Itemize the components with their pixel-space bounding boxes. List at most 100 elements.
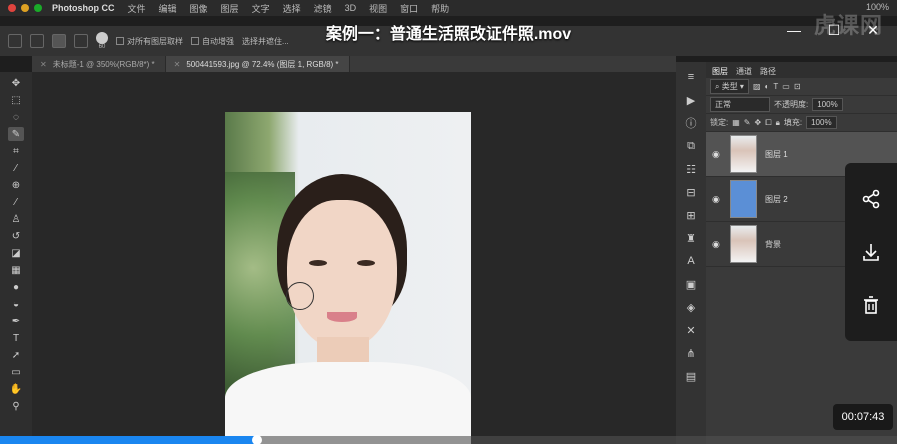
progress-knob[interactable] [251, 435, 262, 444]
type-tool-icon[interactable]: T [8, 331, 24, 345]
share-icon[interactable] [859, 187, 883, 211]
marquee-tool-icon[interactable]: ⬚ [8, 93, 24, 107]
tab-layers[interactable]: 图层 [712, 66, 728, 78]
menu-app-name[interactable]: Photoshop CC [52, 3, 115, 13]
tools-panel: ✥ ⬚ ◌ ✎ ⌗ ⁄ ⊕ ⁄ ♙ ↺ ◪ ▦ ● ◒ ✒ T ➚ ▭ ✋ ⚲ [0, 72, 32, 444]
left-eye [309, 260, 327, 266]
eyedropper-tool-icon[interactable]: ⁄ [8, 161, 24, 175]
menu-item-file[interactable]: 文件 [128, 2, 146, 15]
crop-tool-icon[interactable]: ⌗ [8, 144, 24, 158]
notes-icon[interactable]: ▤ [683, 369, 699, 383]
delete-icon[interactable] [859, 293, 883, 317]
menu-item-filter[interactable]: 滤镜 [314, 2, 332, 15]
visibility-eye-icon[interactable]: ◉ [712, 149, 722, 160]
swatches-icon[interactable]: ▣ [683, 277, 699, 291]
lock-position-icon[interactable]: ✥ [755, 118, 762, 127]
zoom-tool-icon[interactable]: ⚲ [8, 399, 24, 413]
play-action-icon[interactable]: ▶ [683, 93, 699, 107]
layer-name: 图层 1 [765, 149, 788, 159]
fill-input[interactable]: 100% [806, 116, 837, 129]
tab-photo[interactable]: ✕ 500441593.jpg @ 72.4% (图层 1, RGB/8) * [165, 56, 350, 72]
fill-label: 填充: [783, 118, 803, 127]
quick-selection-tool-icon[interactable]: ✎ [8, 127, 24, 141]
filter-type-icon[interactable]: T [773, 82, 778, 91]
layer-thumbnail [730, 225, 757, 263]
menu-item-image[interactable]: 图像 [190, 2, 208, 15]
menu-item-3d[interactable]: 3D [345, 3, 357, 13]
filter-smart-icon[interactable]: ⊡ [794, 82, 801, 91]
window-traffic-lights[interactable] [8, 4, 42, 12]
panel-icon-strip: ≡ ▶ ⓘ ⧉ ☷ ⊟ ⊞ ♜ A ▣ ◈ ✕ ⋔ ▤ [676, 62, 706, 444]
filter-shape-icon[interactable]: ▭ [782, 82, 790, 91]
blend-mode-select[interactable]: 正常 [710, 97, 770, 112]
document-canvas[interactable] [32, 72, 676, 444]
layer-name: 图层 2 [765, 194, 788, 204]
menu-item-edit[interactable]: 编辑 [159, 2, 177, 15]
move-tool-icon[interactable]: ✥ [8, 76, 24, 90]
minimize-icon[interactable]: — [786, 22, 802, 38]
lips [327, 312, 357, 322]
history-icon[interactable]: ⧉ [683, 139, 699, 153]
white-shirt [225, 362, 471, 444]
lasso-tool-icon[interactable]: ◌ [8, 110, 24, 124]
clone-stamp-icon[interactable]: ♙ [8, 212, 24, 226]
zoom-dot-icon[interactable] [34, 4, 42, 12]
visibility-eye-icon[interactable]: ◉ [712, 239, 722, 250]
hand-tool-icon[interactable]: ✋ [8, 382, 24, 396]
minimize-dot-icon[interactable] [21, 4, 29, 12]
path-select-icon[interactable]: ➚ [8, 348, 24, 362]
history-brush-icon[interactable]: ↺ [8, 229, 24, 243]
healing-brush-icon[interactable]: ⊕ [8, 178, 24, 192]
portrait-photo[interactable] [225, 112, 471, 444]
right-eye [357, 260, 375, 266]
layers-panel-tabs: 图层 通道 路径 [706, 62, 897, 78]
menu-item-select[interactable]: 选择 [283, 2, 301, 15]
close-dot-icon[interactable] [8, 4, 16, 12]
opacity-input[interactable]: 100% [812, 98, 843, 111]
filter-pixel-icon[interactable]: ▨ [753, 82, 761, 91]
gradient-tool-icon[interactable]: ▦ [8, 263, 24, 277]
dodge-tool-icon[interactable]: ◒ [8, 297, 24, 311]
tab-close-icon[interactable]: ✕ [40, 60, 47, 69]
libraries-icon[interactable]: ⊞ [683, 208, 699, 222]
lock-pixels-icon[interactable]: ✎ [744, 118, 751, 127]
tab-channels[interactable]: 通道 [736, 66, 752, 78]
menu-item-type[interactable]: 文字 [252, 2, 270, 15]
properties-icon[interactable]: ⊟ [683, 185, 699, 199]
filter-adjust-icon[interactable]: ◐ [765, 82, 770, 91]
video-progress-bar[interactable] [0, 435, 897, 444]
menu-item-view[interactable]: 视图 [369, 2, 387, 15]
adjustments-icon[interactable]: ☷ [683, 162, 699, 176]
visibility-eye-icon[interactable]: ◉ [712, 194, 722, 205]
layer-filter-select[interactable]: ⌕ 类型 ▾ [710, 79, 749, 94]
tab-untitled-1[interactable]: ✕ 未标题-1 @ 350%(RGB/8*) * [32, 56, 166, 72]
lock-transparent-icon[interactable]: ▦ [732, 118, 740, 127]
tools-icon[interactable]: ✕ [683, 323, 699, 337]
character-icon[interactable]: A [683, 254, 699, 268]
lock-artboard-icon[interactable]: ⧠ [765, 118, 771, 128]
brush-settings-icon[interactable]: ♜ [683, 231, 699, 245]
opacity-label: 不透明度: [774, 100, 809, 109]
styles-icon[interactable]: ◈ [683, 300, 699, 314]
menu-item-window[interactable]: 窗口 [400, 2, 418, 15]
tab-paths[interactable]: 路径 [760, 66, 776, 78]
lock-all-icon[interactable]: 🔒︎ [776, 118, 780, 128]
eraser-tool-icon[interactable]: ◪ [8, 246, 24, 260]
mac-menubar: Photoshop CC 文件 编辑 图像 图层 文字 选择 滤镜 3D 视图 … [0, 0, 897, 16]
shape-tool-icon[interactable]: ▭ [8, 365, 24, 379]
blur-tool-icon[interactable]: ● [8, 280, 24, 294]
timeline-icon[interactable]: ⋔ [683, 346, 699, 360]
menu-item-layer[interactable]: 图层 [221, 2, 239, 15]
menu-item-help[interactable]: 帮助 [431, 2, 449, 15]
tab-close-icon[interactable]: ✕ [174, 60, 181, 69]
face-shape [287, 200, 397, 350]
brush-tool-icon[interactable]: ⁄ [8, 195, 24, 209]
info-icon[interactable]: ⓘ [683, 116, 699, 130]
panel-menu-icon[interactable]: ≡ [683, 70, 699, 84]
lock-fill-row: 锁定: ▦ ✎ ✥ ⧠ 🔒︎ 填充: 100% [706, 114, 897, 132]
pen-tool-icon[interactable]: ✒ [8, 314, 24, 328]
lock-label: 锁定: [710, 118, 729, 127]
video-title-bar: 案例一：普通生活照改证件照.mov [0, 16, 897, 48]
download-icon[interactable] [859, 240, 883, 264]
watermark-logo: 虎课网 [813, 13, 883, 38]
